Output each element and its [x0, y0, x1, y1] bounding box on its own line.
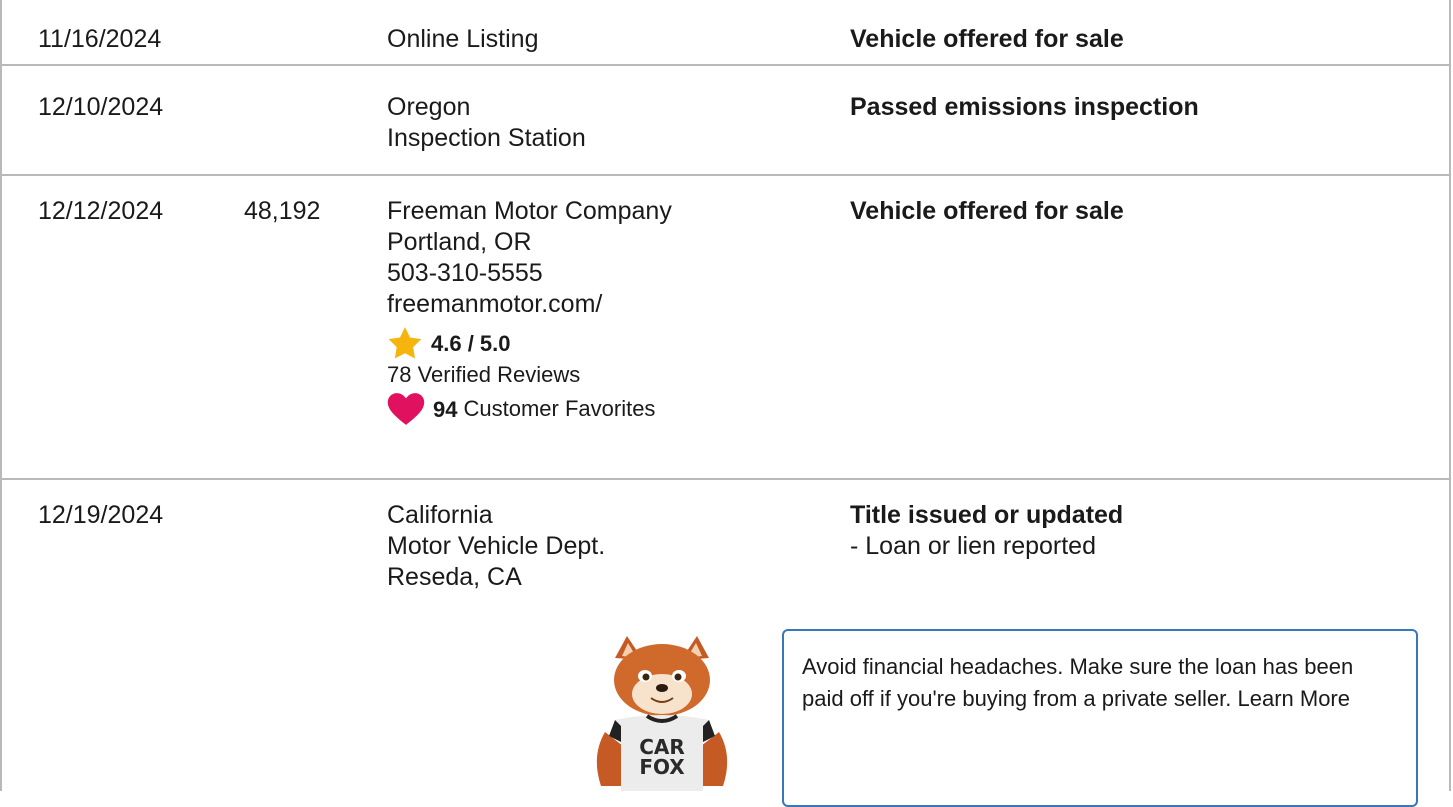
- record-source: California Motor Vehicle Dept. Reseda, C…: [387, 501, 606, 591]
- heart-icon: [387, 393, 425, 425]
- record-comment: Passed emissions inspection: [850, 93, 1199, 121]
- customer-favorites[interactable]: 94 Customer Favorites: [387, 392, 672, 426]
- history-table: 11/16/2024 Online Listing Vehicle offere…: [0, 0, 1451, 807]
- record-date: 12/19/2024: [38, 501, 164, 529]
- record-comment: Vehicle offered for sale: [850, 197, 1124, 225]
- record-odometer: 48,192: [244, 197, 321, 225]
- record-source: Oregon Inspection Station: [387, 93, 586, 152]
- record-comment-detail: - Loan or lien reported: [850, 532, 1096, 560]
- favorites-label: Customer Favorites: [463, 396, 656, 421]
- table-row: 12/12/2024 48,192 Freeman Motor Company …: [2, 176, 1449, 480]
- learn-more-link[interactable]: Learn More: [1237, 686, 1350, 711]
- verified-reviews-link[interactable]: 78 Verified Reviews: [387, 360, 672, 390]
- rating-value: 4.6 / 5.0: [431, 330, 511, 356]
- record-source: Freeman Motor Company Portland, OR 503-3…: [387, 196, 672, 426]
- record-source: Online Listing: [387, 25, 539, 53]
- record-date: 12/10/2024: [38, 93, 164, 121]
- table-row: 12/10/2024 Oregon Inspection Station Pas…: [2, 66, 1449, 176]
- record-date: 11/16/2024: [38, 25, 162, 53]
- record-date: 12/12/2024: [38, 197, 164, 225]
- table-row: 11/16/2024 Online Listing Vehicle offere…: [2, 0, 1449, 66]
- dealer-rating[interactable]: 4.6 / 5.0: [387, 326, 672, 360]
- dealer-website-link[interactable]: freemanmotor.com/: [387, 289, 672, 320]
- record-comment: Title issued or updated - Loan or lien r…: [850, 501, 1124, 560]
- star-icon: [388, 327, 422, 359]
- record-comment: Vehicle offered for sale: [850, 25, 1124, 53]
- favorites-count: 94: [433, 396, 458, 422]
- carfox-mascot-image: CAR FOX: [596, 636, 728, 791]
- tip-callout: Avoid financial headaches. Make sure the…: [782, 629, 1418, 807]
- mascot-shirt-line2: FOX: [639, 755, 685, 779]
